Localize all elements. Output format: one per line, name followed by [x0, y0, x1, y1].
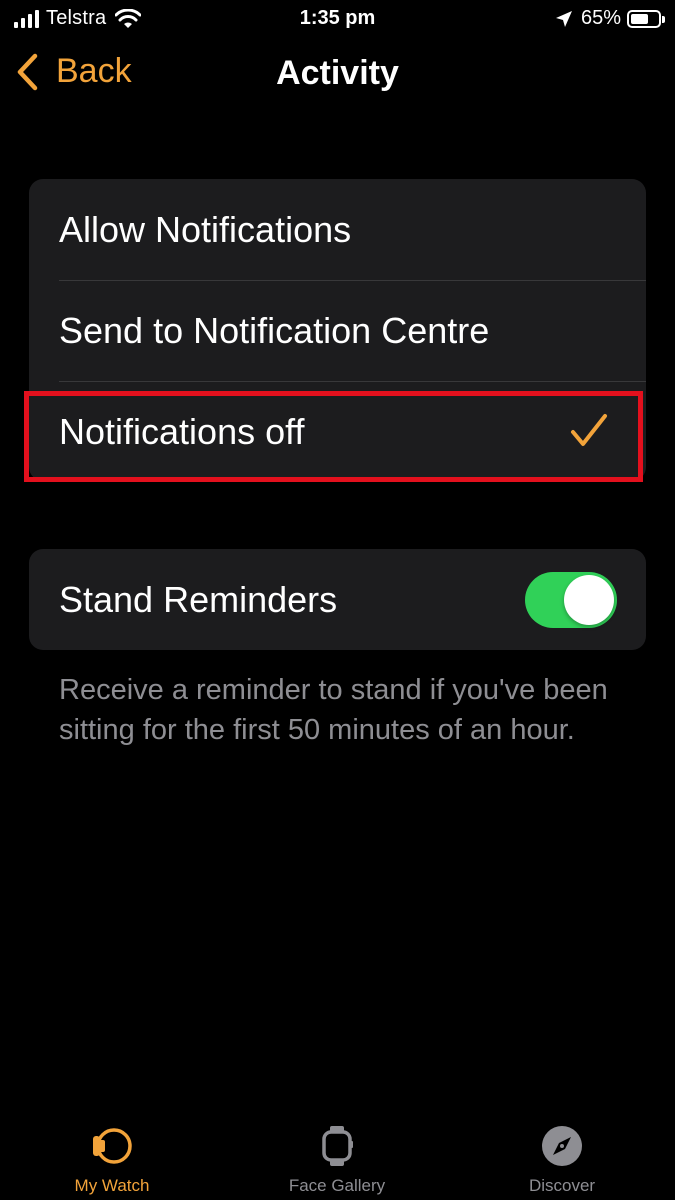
- stand-reminders-row: Stand Reminders: [29, 549, 646, 650]
- screen: Telstra 1:35 pm 65% Back Activity Allow …: [0, 0, 675, 1200]
- stand-reminders-group: Stand Reminders: [29, 549, 646, 650]
- tab-my-watch[interactable]: My Watch: [27, 1124, 197, 1196]
- status-bar: Telstra 1:35 pm 65%: [0, 0, 675, 38]
- tab-discover[interactable]: Discover: [477, 1124, 647, 1196]
- my-watch-icon: [93, 1128, 132, 1164]
- option-allow-notifications[interactable]: Allow Notifications: [29, 179, 646, 280]
- battery-nub: [662, 15, 665, 23]
- stand-reminders-label: Stand Reminders: [59, 578, 338, 620]
- face-gallery-icon: [322, 1126, 353, 1166]
- battery-percentage: 65%: [580, 7, 621, 29]
- compass-icon: [542, 1126, 582, 1166]
- tab-bar: My Watch Face Gallery Discover: [0, 1112, 675, 1200]
- option-label: Notifications off: [59, 410, 305, 452]
- battery-icon: [627, 9, 665, 28]
- navigation-bar: Back Activity: [0, 44, 675, 104]
- stand-reminders-footnote: Receive a reminder to stand if you've be…: [59, 674, 608, 746]
- notification-options-group: Allow Notifications Send to Notification…: [29, 179, 646, 481]
- option-label: Send to Notification Centre: [59, 309, 490, 351]
- location-arrow-icon: [555, 10, 572, 27]
- page-title: Activity: [276, 54, 399, 92]
- toggle-knob: [564, 575, 614, 625]
- checkmark-icon: [571, 414, 607, 446]
- option-send-to-notification-centre[interactable]: Send to Notification Centre: [29, 280, 646, 381]
- option-label: Allow Notifications: [59, 208, 352, 250]
- tab-label: Discover: [528, 1176, 596, 1195]
- battery-fill: [631, 13, 648, 24]
- tab-label: Face Gallery: [288, 1176, 386, 1195]
- tab-face-gallery[interactable]: Face Gallery: [252, 1124, 422, 1196]
- status-right: 65%: [555, 7, 665, 30]
- tab-label: My Watch: [74, 1176, 150, 1195]
- stand-reminders-toggle[interactable]: [525, 572, 617, 628]
- option-notifications-off[interactable]: Notifications off: [29, 381, 646, 482]
